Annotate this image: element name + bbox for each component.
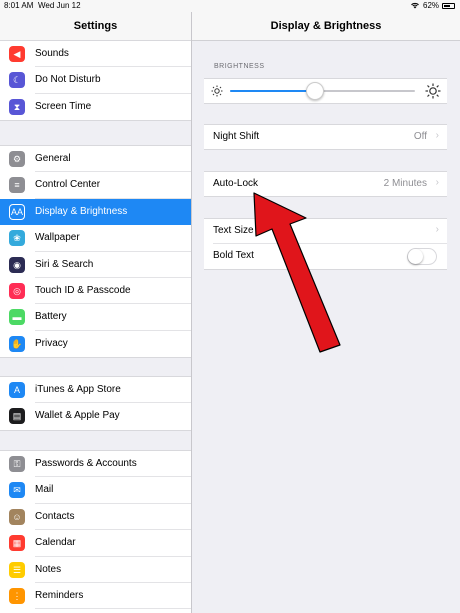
annotation-arrow <box>253 192 341 353</box>
